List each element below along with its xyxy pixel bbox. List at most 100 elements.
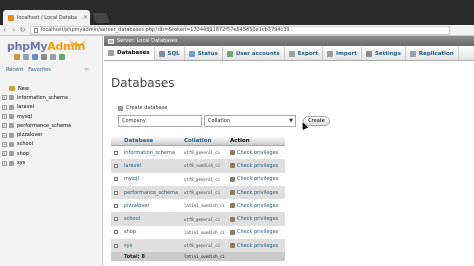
- row-checkbox[interactable]: [114, 163, 118, 168]
- link-icon[interactable]: ∞: [84, 66, 89, 73]
- check-privileges-label: Check privileges: [237, 176, 279, 183]
- tab-replication[interactable]: Replication: [406, 47, 459, 60]
- tab-settings[interactable]: Settings: [362, 47, 406, 60]
- back-icon[interactable]: ‹: [0, 26, 9, 34]
- tree-item-mysql[interactable]: + mysql: [2, 112, 102, 121]
- settings-icon: [365, 50, 372, 57]
- check-privileges-link[interactable]: Check privileges: [227, 150, 285, 156]
- reload-nav-icon[interactable]: [59, 54, 65, 60]
- top-menu: Databases SQL Status User accounts Expor…: [104, 47, 474, 61]
- check-privileges-link[interactable]: Check privileges: [227, 203, 285, 209]
- recent-tab[interactable]: Recent: [6, 67, 23, 73]
- tree-item-performance-schema[interactable]: + performance_schema: [2, 121, 102, 130]
- tree-item-shop[interactable]: + shop: [2, 149, 102, 158]
- tab-close-icon[interactable]: ×: [83, 14, 88, 21]
- check-privileges-label: Check privileges: [237, 229, 279, 236]
- row-checkbox[interactable]: [114, 243, 118, 248]
- tab-user-accounts[interactable]: User accounts: [223, 47, 285, 60]
- url-text: localhost/phpmyadmin/server_databases.ph…: [41, 27, 290, 33]
- database-link[interactable]: mysql: [121, 176, 181, 182]
- check-privileges-link[interactable]: Check privileges: [227, 229, 285, 235]
- check-privileges-link[interactable]: Check privileges: [227, 243, 285, 249]
- row-checkbox[interactable]: [114, 190, 118, 195]
- expand-icon[interactable]: +: [2, 141, 7, 147]
- row-checkbox[interactable]: [114, 230, 118, 235]
- home-icon[interactable]: [14, 54, 20, 60]
- expand-icon[interactable]: +: [2, 132, 7, 138]
- check-privileges-label: Check privileges: [237, 216, 279, 223]
- logout-icon[interactable]: [23, 54, 29, 60]
- help-icon[interactable]: [32, 54, 38, 60]
- settings-icon[interactable]: [50, 54, 56, 60]
- database-link[interactable]: laravel: [121, 163, 181, 169]
- check-privileges-link[interactable]: Check privileges: [227, 190, 285, 196]
- expand-icon[interactable]: +: [2, 123, 7, 129]
- forward-icon[interactable]: ›: [9, 26, 18, 34]
- browser-tabstrip: localhost / Local Databa ×: [0, 0, 474, 25]
- database-link[interactable]: sys: [121, 243, 181, 249]
- new-tab-button[interactable]: [92, 13, 110, 23]
- server-breadcrumb[interactable]: Server: Local Databases: [117, 38, 178, 44]
- tree-item-information-schema[interactable]: + information_schema: [2, 93, 102, 102]
- table-row: mysql utf8_general_ci Check privileges: [111, 172, 285, 186]
- row-checkbox[interactable]: [114, 217, 118, 222]
- tab-import[interactable]: Import: [323, 47, 362, 60]
- collation-value: latin1_swedish_ci: [184, 203, 225, 209]
- tab-status[interactable]: Status: [185, 47, 223, 60]
- check-privileges-label: Check privileges: [237, 189, 279, 196]
- databases-table: Database Collation Action information_sc…: [111, 136, 285, 262]
- collation-column-header[interactable]: Collation: [181, 138, 227, 144]
- tree-item-laravel[interactable]: + laravel: [2, 103, 102, 112]
- database-name-input[interactable]: [118, 115, 202, 127]
- tab-export[interactable]: Export: [285, 47, 324, 60]
- collation-value: utf8_general_ci: [184, 243, 221, 249]
- browser-tab[interactable]: localhost / Local Databa ×: [3, 10, 90, 25]
- database-link[interactable]: pizzalover: [121, 203, 181, 209]
- collation-select[interactable]: Collation ▼: [204, 115, 296, 127]
- tab-sql[interactable]: SQL: [155, 47, 185, 60]
- tab-databases[interactable]: Databases: [104, 47, 155, 60]
- row-checkbox[interactable]: [114, 177, 118, 182]
- expand-icon[interactable]: +: [2, 104, 7, 110]
- check-privileges-label: Check privileges: [237, 149, 279, 156]
- favorites-tab[interactable]: Favorites: [28, 67, 51, 73]
- docs-icon[interactable]: [41, 54, 47, 60]
- row-checkbox[interactable]: [114, 150, 118, 155]
- expand-icon[interactable]: +: [2, 151, 7, 157]
- tree-item-new[interactable]: New: [2, 84, 102, 93]
- database-link[interactable]: shop: [121, 229, 181, 235]
- check-privileges-link[interactable]: Check privileges: [227, 163, 285, 169]
- url-field[interactable]: localhost/phpmyadmin/server_databases.ph…: [30, 25, 450, 35]
- privileges-icon: [230, 150, 235, 156]
- tree-item-label: information_schema: [17, 94, 68, 101]
- database-link[interactable]: performance_schema: [121, 190, 181, 196]
- database-tree: New + information_schema + laravel + mys…: [2, 84, 102, 168]
- page-icon: [34, 27, 38, 33]
- collation-value: utf8_general_ci: [184, 190, 221, 196]
- tree-item-sys[interactable]: + sys: [2, 158, 102, 167]
- tree-item-school[interactable]: + school: [2, 140, 102, 149]
- check-privileges-link[interactable]: Check privileges: [227, 176, 285, 182]
- new-database-icon: [9, 86, 15, 92]
- tree-item-label: pizzalover: [17, 132, 43, 139]
- sql-icon: [158, 50, 165, 57]
- expand-icon[interactable]: +: [2, 95, 7, 101]
- tab-label: Import: [336, 50, 357, 57]
- database-link[interactable]: school: [121, 216, 181, 222]
- table-footer: Total: 8 latin1_swedish_ci: [111, 252, 285, 262]
- table-row: laravel utf8_swedish_ci Check privileges: [111, 159, 285, 173]
- tab-label: Settings: [374, 50, 401, 57]
- expand-icon[interactable]: +: [2, 160, 7, 166]
- row-checkbox[interactable]: [114, 203, 118, 208]
- tree-item-pizzalover[interactable]: + pizzalover: [2, 130, 102, 139]
- sidebar-toolbar: [14, 54, 65, 60]
- database-link[interactable]: information_schema: [121, 150, 181, 156]
- tree-item-label: shop: [17, 150, 30, 157]
- tab-label: Replication: [418, 50, 454, 57]
- reload-icon[interactable]: ↻: [18, 26, 27, 34]
- expand-icon[interactable]: +: [2, 114, 7, 120]
- check-privileges-link[interactable]: Check privileges: [227, 216, 285, 222]
- database-column-header[interactable]: Database: [121, 138, 181, 144]
- check-privileges-label: Check privileges: [237, 202, 279, 209]
- action-column-header: Action: [230, 137, 250, 144]
